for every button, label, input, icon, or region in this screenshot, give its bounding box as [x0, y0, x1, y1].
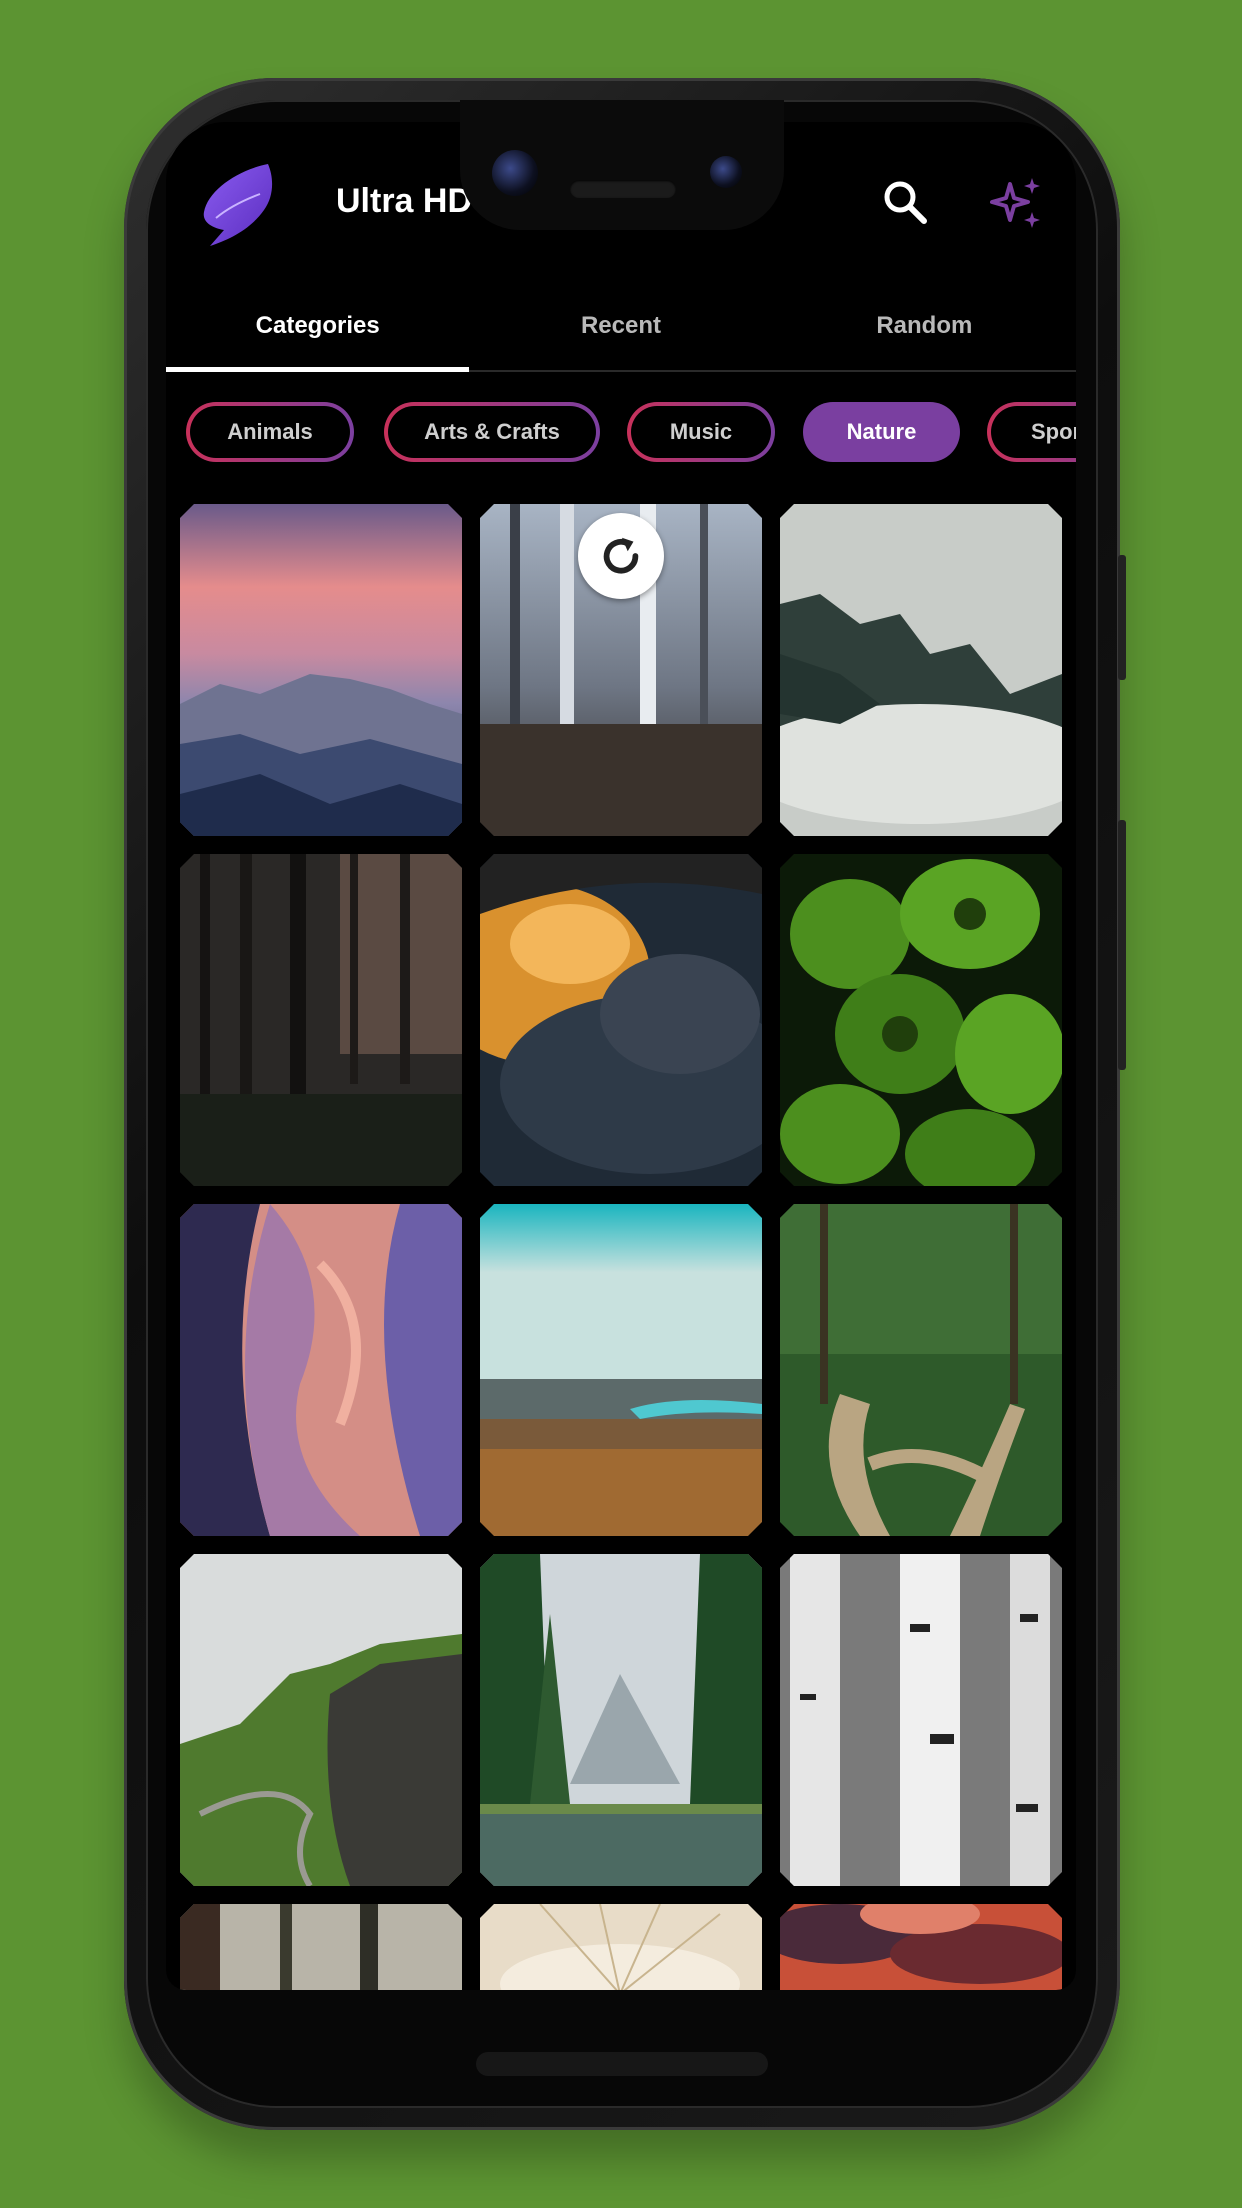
chip-label: Music	[669, 419, 733, 444]
earpiece-speaker	[570, 180, 676, 198]
category-chips: Animals Arts & Crafts Music Nature Spor	[186, 402, 1076, 466]
chip-sports[interactable]: Spor	[987, 402, 1076, 462]
wallpaper-canyon[interactable]	[180, 1204, 462, 1536]
wallpaper-lake-pines[interactable]	[480, 1554, 762, 1886]
power-button	[1118, 555, 1126, 680]
wallpaper-red-clouds[interactable]	[780, 1904, 1062, 1990]
tab-recent[interactable]: Recent	[469, 282, 772, 370]
feather-logo-icon	[198, 160, 278, 250]
chip-label: Spor	[1031, 419, 1076, 444]
app-screen: Ultra HD Categories Recent Random Animal…	[166, 122, 1076, 1990]
wallpaper-tree-trunks[interactable]	[180, 1904, 462, 1990]
wallpaper-green-cliffs[interactable]	[180, 1554, 462, 1886]
chip-music[interactable]: Music	[627, 402, 775, 462]
front-camera	[492, 150, 538, 196]
home-indicator	[476, 2052, 768, 2076]
tab-label: Categories	[255, 312, 380, 339]
wallpaper-dark-forest[interactable]	[180, 854, 462, 1186]
wallpaper-dandelion-seeds[interactable]	[480, 1904, 762, 1990]
tab-label: Recent	[580, 312, 661, 339]
chip-nature[interactable]: Nature	[803, 402, 960, 462]
chip-label: Arts & Crafts	[424, 419, 560, 444]
app-title: Ultra HD	[336, 182, 473, 220]
tab-bar: Categories Recent Random	[166, 282, 1076, 372]
volume-button	[1118, 820, 1126, 1070]
refresh-icon	[578, 513, 664, 599]
wallpaper-forest-path[interactable]	[780, 1204, 1062, 1536]
camera-notch	[460, 100, 784, 230]
tab-label: Random	[876, 312, 973, 339]
wallpaper-sunset-clouds[interactable]	[480, 854, 762, 1186]
chip-animals[interactable]: Animals	[186, 402, 354, 462]
wallpaper-birch-trees[interactable]	[780, 1554, 1062, 1886]
tab-random[interactable]: Random	[773, 282, 1076, 370]
wallpaper-green-leaves[interactable]	[780, 854, 1062, 1186]
wallpaper-foggy-valley[interactable]	[780, 504, 1062, 836]
wallpaper-valley-river[interactable]	[480, 1204, 762, 1536]
tab-categories[interactable]: Categories	[166, 282, 470, 372]
chip-label: Nature	[846, 419, 917, 444]
wallpaper-mountain-sunset[interactable]	[180, 504, 462, 836]
search-icon[interactable]	[881, 178, 929, 226]
chip-label: Animals	[227, 419, 313, 444]
sparkle-icon[interactable]	[988, 174, 1046, 232]
front-sensor	[710, 156, 742, 188]
chip-arts-crafts[interactable]: Arts & Crafts	[384, 402, 600, 462]
